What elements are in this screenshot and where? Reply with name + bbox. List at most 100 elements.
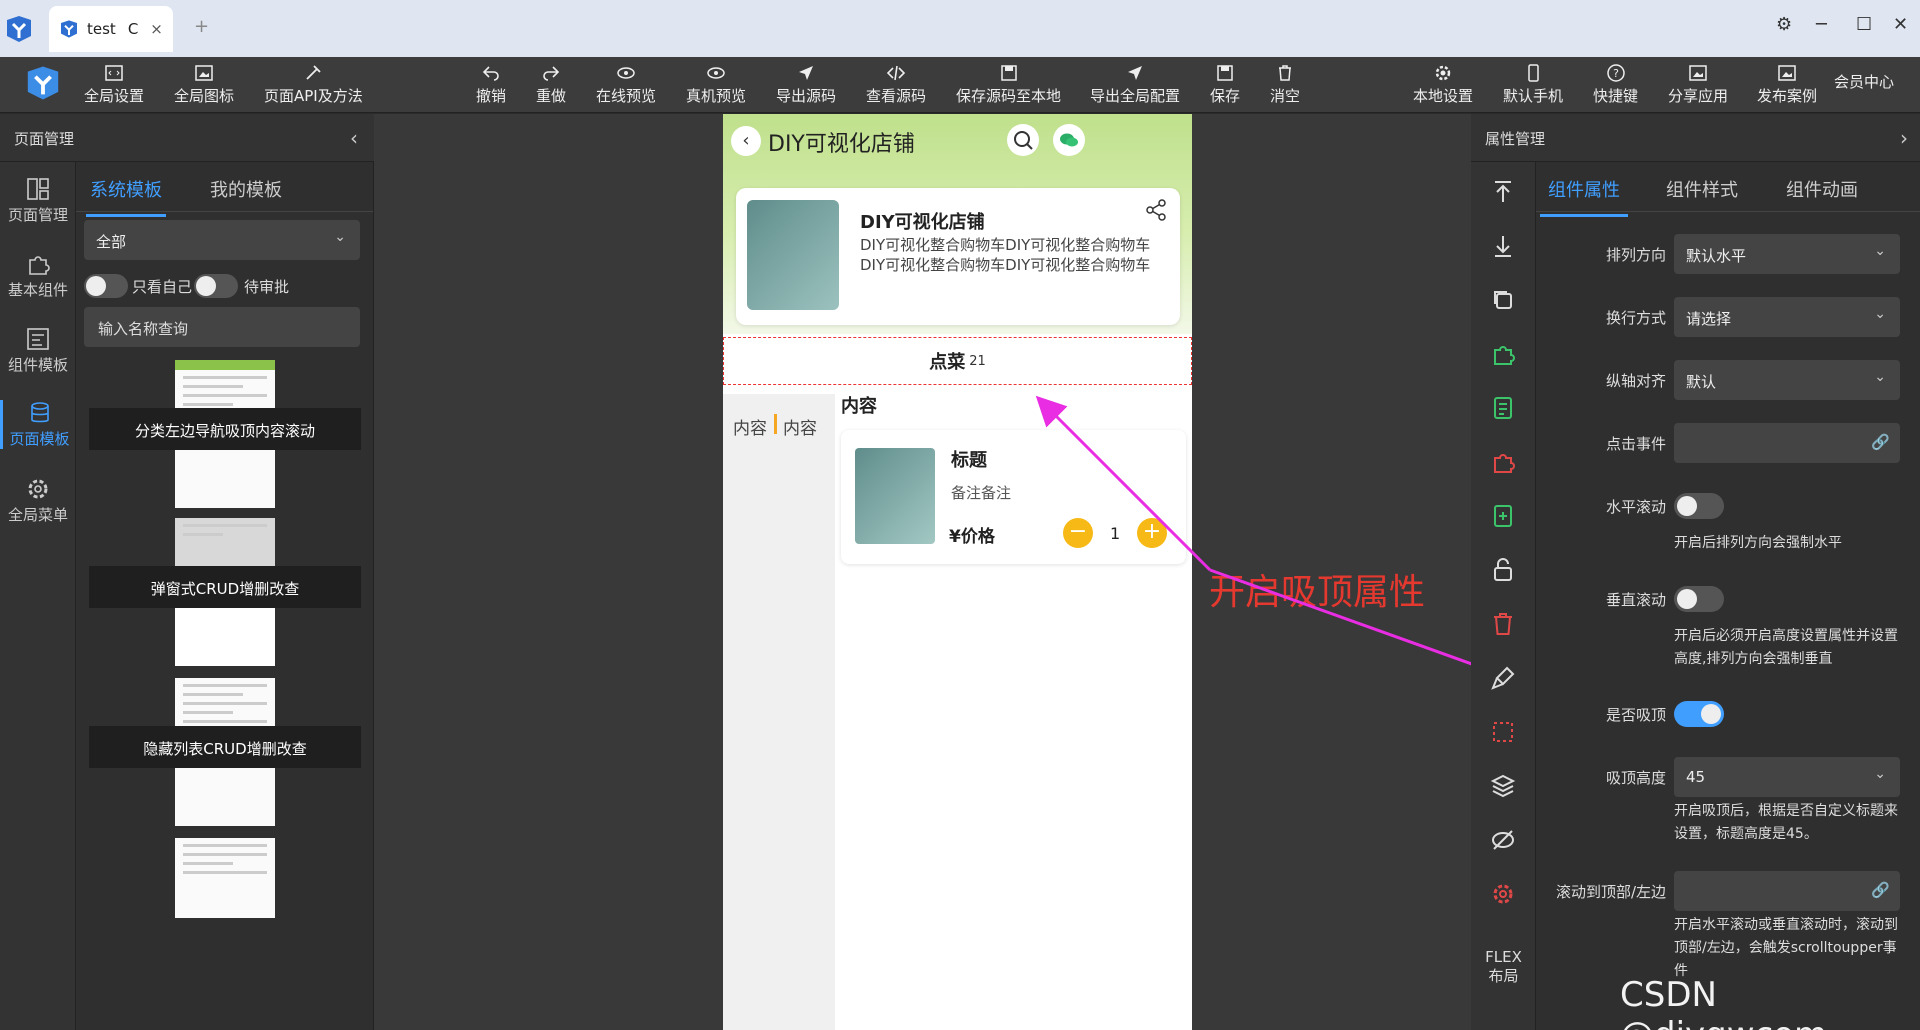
main-toolbar: 全局设置 全局图标 页面API及方法 撤销 重做 在线预览 真机预览 导出源码 … — [0, 57, 1920, 113]
direction-select[interactable]: 默认水平 ⌄ — [1674, 234, 1900, 274]
nav-basic-components[interactable]: 基本组件 — [0, 251, 76, 300]
side-item[interactable]: 内容 — [733, 414, 767, 439]
template-tabs: 系统模板 我的模板 — [76, 162, 373, 217]
local-settings-button[interactable]: 本地设置 — [1413, 63, 1473, 106]
export-global-config-button[interactable]: 导出全局配置 — [1090, 63, 1180, 106]
export-source-button[interactable]: 导出源码 — [776, 63, 836, 106]
vscroll-toggle[interactable] — [1674, 586, 1724, 612]
close-icon[interactable]: × — [150, 20, 163, 38]
share-app-button[interactable]: 分享应用 — [1668, 63, 1728, 106]
default-phone-button[interactable]: 默认手机 — [1503, 63, 1563, 106]
image-icon — [1688, 63, 1708, 83]
template-card-label[interactable]: 弹窗式CRUD增删改查 — [89, 566, 361, 608]
template-search-input[interactable]: 输入名称查询 — [84, 307, 360, 347]
product-card[interactable]: 标题 备注备注 ¥价格 − 1 + — [841, 430, 1186, 564]
trash-icon — [1275, 63, 1295, 83]
chevron-down-icon: ⌄ — [334, 229, 346, 245]
flex-layout-button[interactable]: FLEX 布局 — [1471, 948, 1536, 986]
nav-global-menu[interactable]: 全局菜单 — [0, 476, 76, 525]
wrap-label: 换行方式 — [1605, 309, 1666, 327]
click-event-input[interactable]: 🔗 — [1674, 423, 1900, 463]
tab-component-properties[interactable]: 组件属性 — [1540, 176, 1628, 217]
back-icon[interactable]: ‹ — [731, 126, 761, 156]
clear-button[interactable]: 消空 — [1270, 63, 1300, 106]
template-thumbnail[interactable] — [175, 838, 275, 918]
move-top-icon[interactable] — [1489, 178, 1517, 206]
sticky-height-select[interactable]: 45 ⌄ — [1674, 757, 1900, 797]
tab-component-styles[interactable]: 组件样式 — [1666, 176, 1738, 202]
collapse-left-icon[interactable]: ‹ — [350, 126, 358, 150]
only-mine-toggle[interactable] — [84, 274, 128, 298]
redo-icon — [541, 63, 561, 83]
publish-case-button[interactable]: 发布案例 — [1757, 63, 1817, 106]
nav-page-management[interactable]: 页面管理 — [0, 176, 76, 225]
template-card-label[interactable]: 隐藏列表CRUD增删改查 — [89, 726, 361, 768]
quantity-value: 1 — [1110, 524, 1121, 543]
window-close-button[interactable]: ✕ — [1893, 14, 1908, 35]
category-select[interactable]: 全部 ⌄ — [84, 220, 360, 260]
lock-icon[interactable] — [1489, 556, 1517, 584]
wrap-select[interactable]: 请选择 ⌄ — [1674, 297, 1900, 337]
tab-test[interactable]: test C × — [49, 6, 173, 52]
nav-component-templates[interactable]: 组件模板 — [0, 326, 76, 375]
online-preview-button[interactable]: 在线预览 — [596, 63, 656, 106]
tab-my-templates[interactable]: 我的模板 — [210, 176, 282, 202]
move-bottom-icon[interactable] — [1489, 232, 1517, 260]
help-icon: ? — [1606, 63, 1626, 83]
eye-icon — [616, 63, 636, 83]
settings-icon[interactable]: ⚙ — [1776, 14, 1792, 35]
component-icon[interactable] — [1489, 340, 1517, 368]
search-icon[interactable] — [1007, 124, 1039, 156]
page-api-button[interactable]: 页面API及方法 — [264, 63, 363, 106]
refresh-icon[interactable]: C — [128, 20, 138, 38]
member-center-button[interactable]: 会员中心 — [1834, 71, 1894, 92]
toolbar-logo-icon — [27, 66, 59, 100]
new-tab-button[interactable]: + — [194, 16, 209, 37]
global-icons-button[interactable]: 全局图标 — [174, 63, 234, 106]
align-select[interactable]: 默认 ⌄ — [1674, 360, 1900, 400]
tab-component-animation[interactable]: 组件动画 — [1786, 176, 1858, 202]
gear-icon[interactable] — [1489, 880, 1517, 908]
maximize-button[interactable]: ☐ — [1856, 14, 1872, 35]
layers-icon[interactable] — [1489, 772, 1517, 800]
undo-button[interactable]: 撤销 — [476, 63, 506, 106]
watermark: CSDN @diygwcom — [1620, 975, 1827, 1030]
sticky-section-header[interactable]: 点菜 21 — [723, 337, 1192, 385]
global-settings-button[interactable]: 全局设置 — [84, 63, 144, 106]
scroll-top-input[interactable]: 🔗 — [1674, 871, 1900, 911]
shortcuts-button[interactable]: ? 快捷键 — [1593, 63, 1638, 106]
increase-button[interactable]: + — [1137, 518, 1167, 548]
share-icon[interactable] — [1144, 198, 1168, 222]
template-card-label[interactable]: 分类左边导航吸顶内容滚动 — [89, 408, 361, 450]
pending-approval-toggle[interactable] — [194, 274, 239, 298]
device-preview-button[interactable]: 真机预览 — [686, 63, 746, 106]
component-remove-icon[interactable] — [1489, 448, 1517, 476]
copy-icon[interactable] — [1489, 286, 1517, 314]
hide-icon[interactable] — [1489, 826, 1517, 854]
collapse-right-icon[interactable]: › — [1900, 126, 1908, 150]
side-item[interactable]: 内容 — [783, 414, 817, 439]
chevron-down-icon: ⌄ — [1874, 306, 1886, 322]
document-icon[interactable] — [1489, 394, 1517, 422]
wechat-icon[interactable] — [1053, 124, 1085, 156]
database-icon — [30, 402, 49, 423]
save-source-local-button[interactable]: 保存源码至本地 — [956, 63, 1061, 106]
phone-icon — [1523, 63, 1543, 83]
tab-system-templates[interactable]: 系统模板 — [86, 176, 166, 217]
nav-page-templates[interactable]: 页面模板 — [0, 400, 76, 449]
decrease-button[interactable]: − — [1063, 518, 1093, 548]
sticky-toggle[interactable] — [1674, 701, 1724, 727]
tab-logo-icon — [61, 20, 77, 38]
send-icon — [796, 63, 816, 83]
doc-add-icon[interactable] — [1489, 502, 1517, 530]
minimize-button[interactable]: ─ — [1816, 14, 1827, 35]
hscroll-toggle[interactable] — [1674, 493, 1724, 519]
link-icon[interactable]: 🔗 — [1871, 433, 1890, 451]
redo-button[interactable]: 重做 — [536, 63, 566, 106]
link-icon[interactable]: 🔗 — [1871, 881, 1890, 899]
delete-icon[interactable] — [1489, 610, 1517, 638]
save-button[interactable]: 保存 — [1210, 63, 1240, 106]
view-source-button[interactable]: 查看源码 — [866, 63, 926, 106]
brush-icon[interactable] — [1489, 664, 1517, 692]
select-box-icon[interactable] — [1489, 718, 1517, 746]
